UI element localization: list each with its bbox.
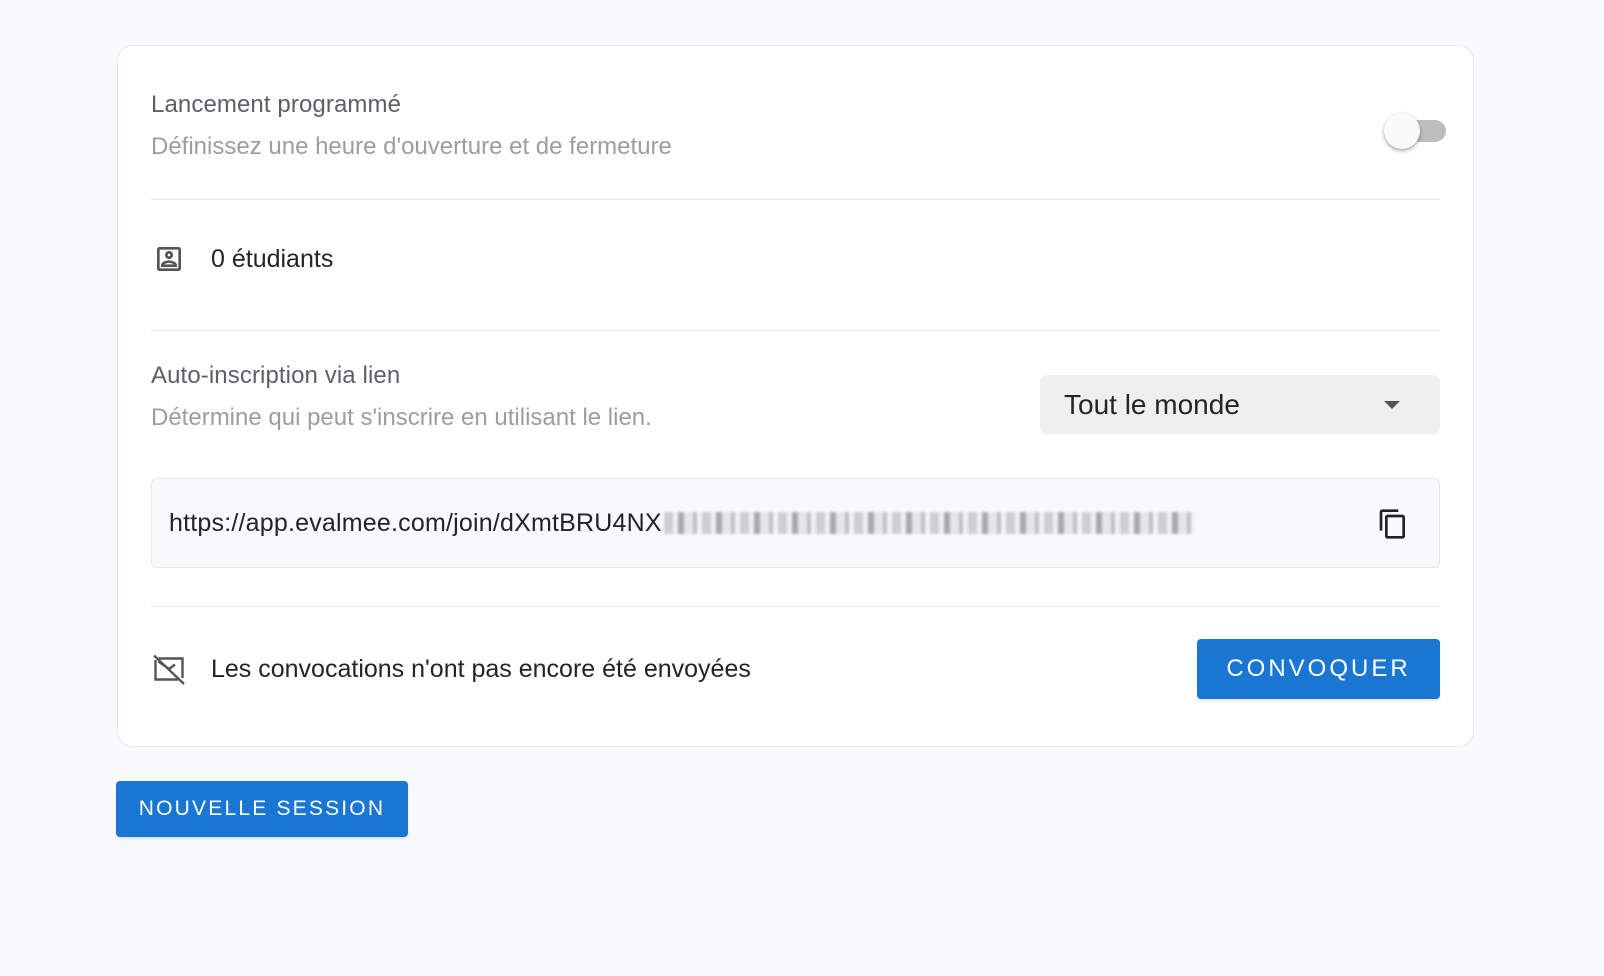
- account-box-icon: [151, 241, 187, 277]
- divider: [151, 330, 1440, 331]
- scheduled-launch-subtitle: Définissez une heure d'ouverture et de f…: [151, 133, 672, 160]
- join-link-text: https://app.evalmee.com/join/dXmtBRU4NX: [169, 509, 1196, 538]
- students-count: 0 étudiants: [211, 244, 334, 273]
- invitations-status: Les convocations n'ont pas encore été en…: [211, 654, 751, 683]
- divider: [151, 199, 1440, 200]
- scheduled-launch-toggle[interactable]: [1384, 112, 1448, 149]
- redacted-link-part: [663, 511, 1196, 534]
- session-card: Lancement programmé Définissez une heure…: [117, 45, 1474, 747]
- scheduled-launch-title: Lancement programmé: [151, 91, 402, 118]
- caret-down-icon: [1384, 400, 1400, 409]
- enrollment-audience-select[interactable]: Tout le monde: [1040, 375, 1440, 434]
- join-link-url: https://app.evalmee.com/join/dXmtBRU4NX: [169, 508, 662, 537]
- copy-icon[interactable]: [1375, 506, 1411, 542]
- students-row: 0 étudiants: [151, 241, 1440, 277]
- enrollment-audience-value: Tout le monde: [1064, 388, 1240, 420]
- divider: [151, 606, 1440, 607]
- convoquer-button[interactable]: Convoquer: [1197, 639, 1440, 699]
- mail-off-icon: [151, 651, 187, 687]
- join-link-field[interactable]: https://app.evalmee.com/join/dXmtBRU4NX: [151, 478, 1440, 568]
- toggle-thumb: [1384, 113, 1420, 149]
- scheduled-launch-section: Lancement programmé Définissez une heure…: [151, 91, 1440, 161]
- new-session-button[interactable]: Nouvelle session: [116, 781, 408, 837]
